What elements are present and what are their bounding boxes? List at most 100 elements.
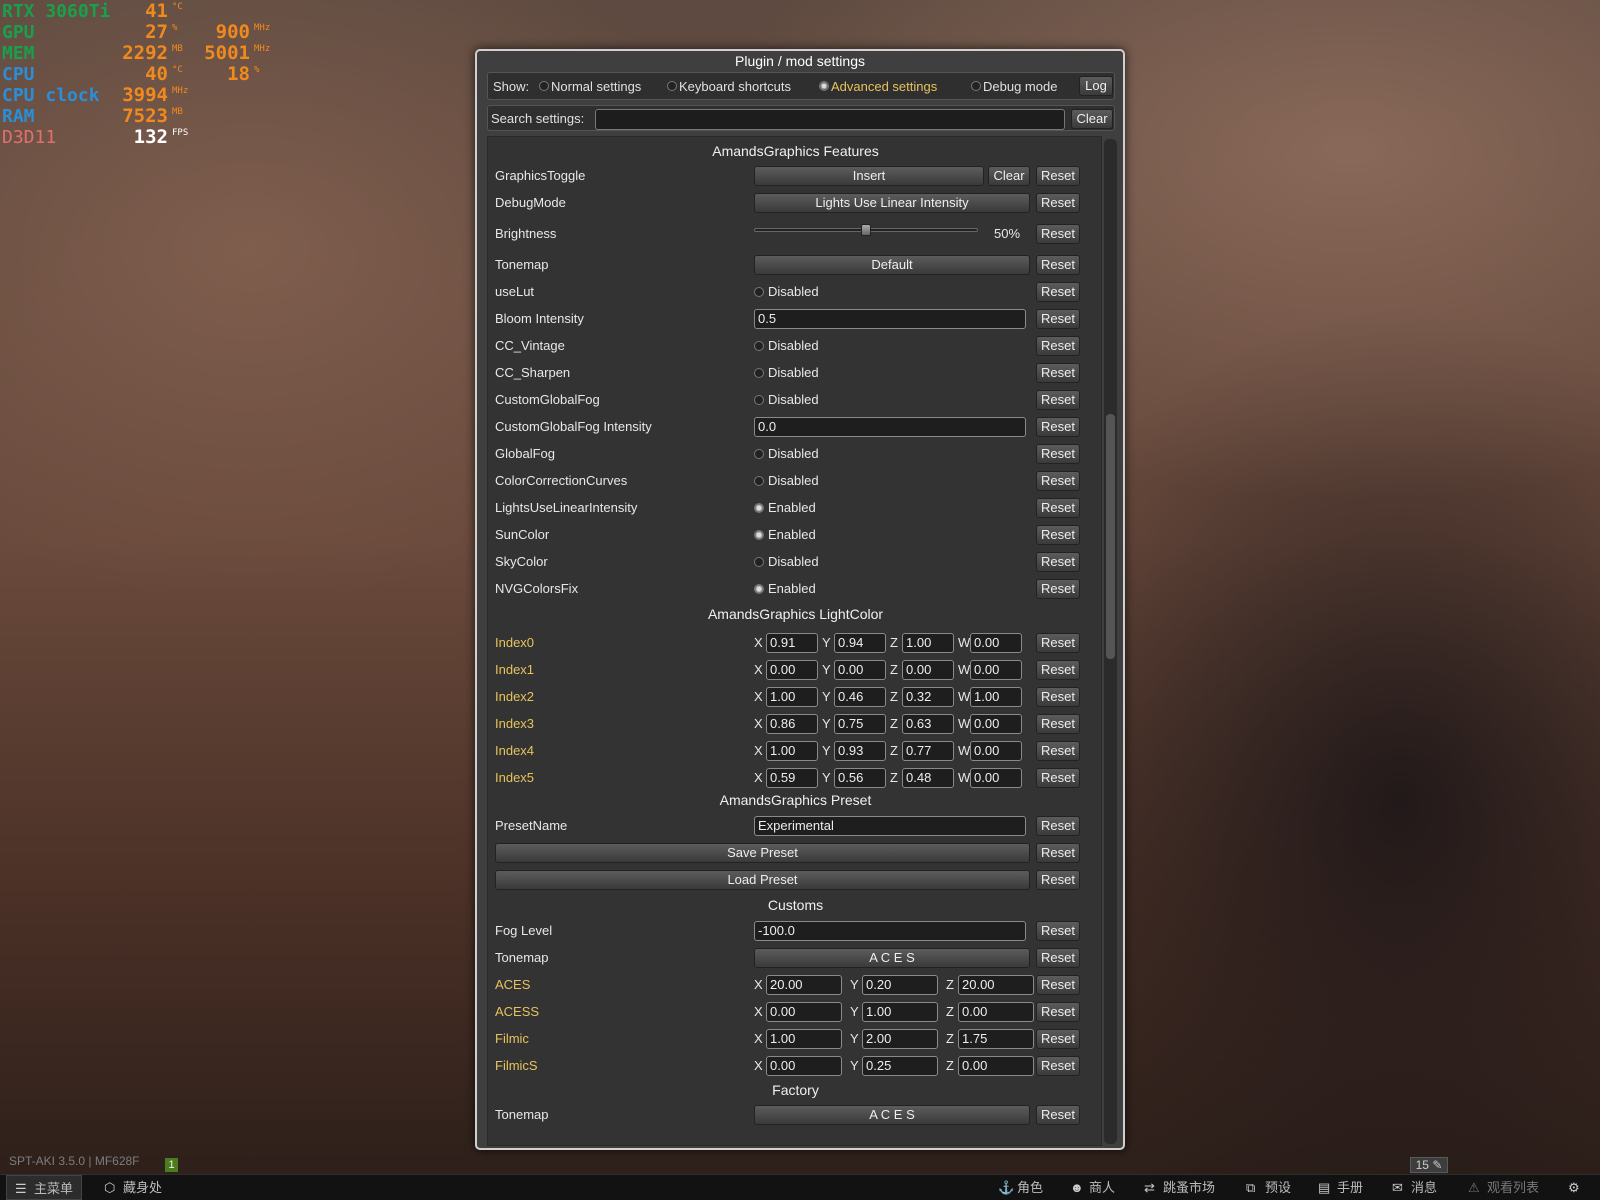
reset-button[interactable]: Reset [1036, 921, 1080, 941]
customs-curve-z-input[interactable]: 0.00 [958, 1056, 1034, 1076]
reset-button[interactable]: Reset [1036, 336, 1080, 356]
use-lut-toggle[interactable]: Disabled [754, 284, 819, 299]
reset-button[interactable]: Reset [1036, 390, 1080, 410]
graphics-toggle-keybind-button[interactable]: Insert [754, 166, 984, 186]
light-color-x-input[interactable]: 1.00 [766, 741, 818, 761]
radio-debug-mode-icon[interactable] [971, 81, 981, 91]
customs-curve-y-input[interactable]: 2.00 [862, 1029, 938, 1049]
customs-curve-x-input[interactable]: 1.00 [766, 1029, 842, 1049]
reset-button[interactable]: Reset [1036, 741, 1080, 761]
reset-button[interactable]: Reset [1036, 255, 1080, 275]
cc-sharpen-toggle[interactable]: Disabled [754, 365, 819, 380]
reset-button[interactable]: Reset [1036, 660, 1080, 680]
reset-button[interactable]: Reset [1036, 363, 1080, 383]
settings-button[interactable]: ⚙ [1568, 1175, 1587, 1200]
tonemap-dropdown[interactable]: Default [754, 255, 1030, 275]
light-color-w-input[interactable]: 1.00 [970, 687, 1022, 707]
reset-button[interactable]: Reset [1036, 471, 1080, 491]
light-color-y-input[interactable]: 0.00 [834, 660, 886, 680]
light-color-w-input[interactable]: 0.00 [970, 768, 1022, 788]
light-color-z-input[interactable]: 0.00 [902, 660, 954, 680]
customs-curve-z-input[interactable]: 0.00 [958, 1002, 1034, 1022]
light-color-z-input[interactable]: 0.32 [902, 687, 954, 707]
reset-button[interactable]: Reset [1036, 870, 1080, 890]
custom-global-fog-toggle[interactable]: Disabled [754, 392, 819, 407]
sky-color-toggle[interactable]: Disabled [754, 554, 819, 569]
reset-button[interactable]: Reset [1036, 1105, 1080, 1125]
save-preset-button[interactable]: Save Preset [495, 843, 1030, 863]
light-color-y-input[interactable]: 0.75 [834, 714, 886, 734]
light-color-z-input[interactable]: 0.63 [902, 714, 954, 734]
presets-button[interactable]: ⧉ 预设 [1246, 1175, 1291, 1200]
reset-button[interactable]: Reset [1036, 975, 1080, 995]
light-color-z-input[interactable]: 0.48 [902, 768, 954, 788]
option-keyboard-shortcuts[interactable]: Keyboard shortcuts [679, 79, 791, 94]
reset-button[interactable]: Reset [1036, 948, 1080, 968]
light-color-z-input[interactable]: 1.00 [902, 633, 954, 653]
customs-curve-y-input[interactable]: 0.20 [862, 975, 938, 995]
customs-curve-z-input[interactable]: 20.00 [958, 975, 1034, 995]
radio-keyboard-shortcuts-icon[interactable] [667, 81, 677, 91]
reset-button[interactable]: Reset [1036, 579, 1080, 599]
reset-button[interactable]: Reset [1036, 282, 1080, 302]
light-color-z-input[interactable]: 0.77 [902, 741, 954, 761]
reset-button[interactable]: Reset [1036, 633, 1080, 653]
search-input[interactable] [595, 109, 1065, 130]
global-fog-toggle[interactable]: Disabled [754, 446, 819, 461]
reset-button[interactable]: Reset [1036, 816, 1080, 836]
customs-curve-x-input[interactable]: 0.00 [766, 1002, 842, 1022]
hideout-button[interactable]: ⬡ 藏身处 [104, 1175, 162, 1200]
reset-button[interactable]: Reset [1036, 843, 1080, 863]
option-normal-settings[interactable]: Normal settings [551, 79, 641, 94]
customs-curve-y-input[interactable]: 1.00 [862, 1002, 938, 1022]
brightness-slider[interactable] [754, 224, 978, 236]
radio-advanced-settings-icon[interactable] [819, 81, 829, 91]
customs-curve-x-input[interactable]: 20.00 [766, 975, 842, 995]
customs-curve-x-input[interactable]: 0.00 [766, 1056, 842, 1076]
reset-button[interactable]: Reset [1036, 525, 1080, 545]
nvg-colors-fix-toggle[interactable]: Enabled [754, 581, 816, 596]
debug-mode-dropdown[interactable]: Lights Use Linear Intensity [754, 193, 1030, 213]
reset-button[interactable]: Reset [1036, 309, 1080, 329]
option-debug-mode[interactable]: Debug mode [983, 79, 1057, 94]
character-button[interactable]: ⚓ 角色 [998, 1175, 1043, 1200]
reset-button[interactable]: Reset [1036, 444, 1080, 464]
light-color-w-input[interactable]: 0.00 [970, 741, 1022, 761]
customs-tonemap-dropdown[interactable]: A C E S [754, 948, 1030, 968]
light-color-x-input[interactable]: 0.00 [766, 660, 818, 680]
light-color-w-input[interactable]: 0.00 [970, 714, 1022, 734]
reset-button[interactable]: Reset [1036, 417, 1080, 437]
light-color-y-input[interactable]: 0.46 [834, 687, 886, 707]
sun-color-toggle[interactable]: Enabled [754, 527, 816, 542]
factory-tonemap-dropdown[interactable]: A C E S [754, 1105, 1030, 1125]
cc-vintage-toggle[interactable]: Disabled [754, 338, 819, 353]
handbook-button[interactable]: ▤ 手册 [1318, 1175, 1363, 1200]
reset-button[interactable]: Reset [1036, 1002, 1080, 1022]
traders-button[interactable]: ☻ 商人 [1070, 1175, 1115, 1200]
reset-button[interactable]: Reset [1036, 552, 1080, 572]
light-color-x-input[interactable]: 1.00 [766, 687, 818, 707]
bloom-intensity-input[interactable]: 0.5 [754, 309, 1026, 329]
main-menu-button[interactable]: ☰ 主菜单 [6, 1175, 83, 1200]
light-color-x-input[interactable]: 0.91 [766, 633, 818, 653]
light-color-y-input[interactable]: 0.56 [834, 768, 886, 788]
search-clear-button[interactable]: Clear [1071, 109, 1113, 129]
reset-button[interactable]: Reset [1036, 768, 1080, 788]
light-color-w-input[interactable]: 0.00 [970, 660, 1022, 680]
light-color-w-input[interactable]: 0.00 [970, 633, 1022, 653]
reset-button[interactable]: Reset [1036, 166, 1080, 186]
color-correction-curves-toggle[interactable]: Disabled [754, 473, 819, 488]
reset-button[interactable]: Reset [1036, 1029, 1080, 1049]
settings-scrollbar[interactable] [1104, 139, 1117, 1144]
reset-button[interactable]: Reset [1036, 193, 1080, 213]
brightness-slider-handle[interactable] [861, 224, 871, 236]
customs-curve-y-input[interactable]: 0.25 [862, 1056, 938, 1076]
preset-name-input[interactable]: Experimental [754, 816, 1026, 836]
reset-button[interactable]: Reset [1036, 498, 1080, 518]
scrollbar-thumb[interactable] [1106, 414, 1115, 659]
custom-global-fog-intensity-input[interactable]: 0.0 [754, 417, 1026, 437]
watchlist-button[interactable]: ⚠ 观看列表 [1468, 1175, 1539, 1200]
fog-level-input[interactable]: -100.0 [754, 921, 1026, 941]
light-color-x-input[interactable]: 0.86 [766, 714, 818, 734]
radio-normal-settings-icon[interactable] [539, 81, 549, 91]
